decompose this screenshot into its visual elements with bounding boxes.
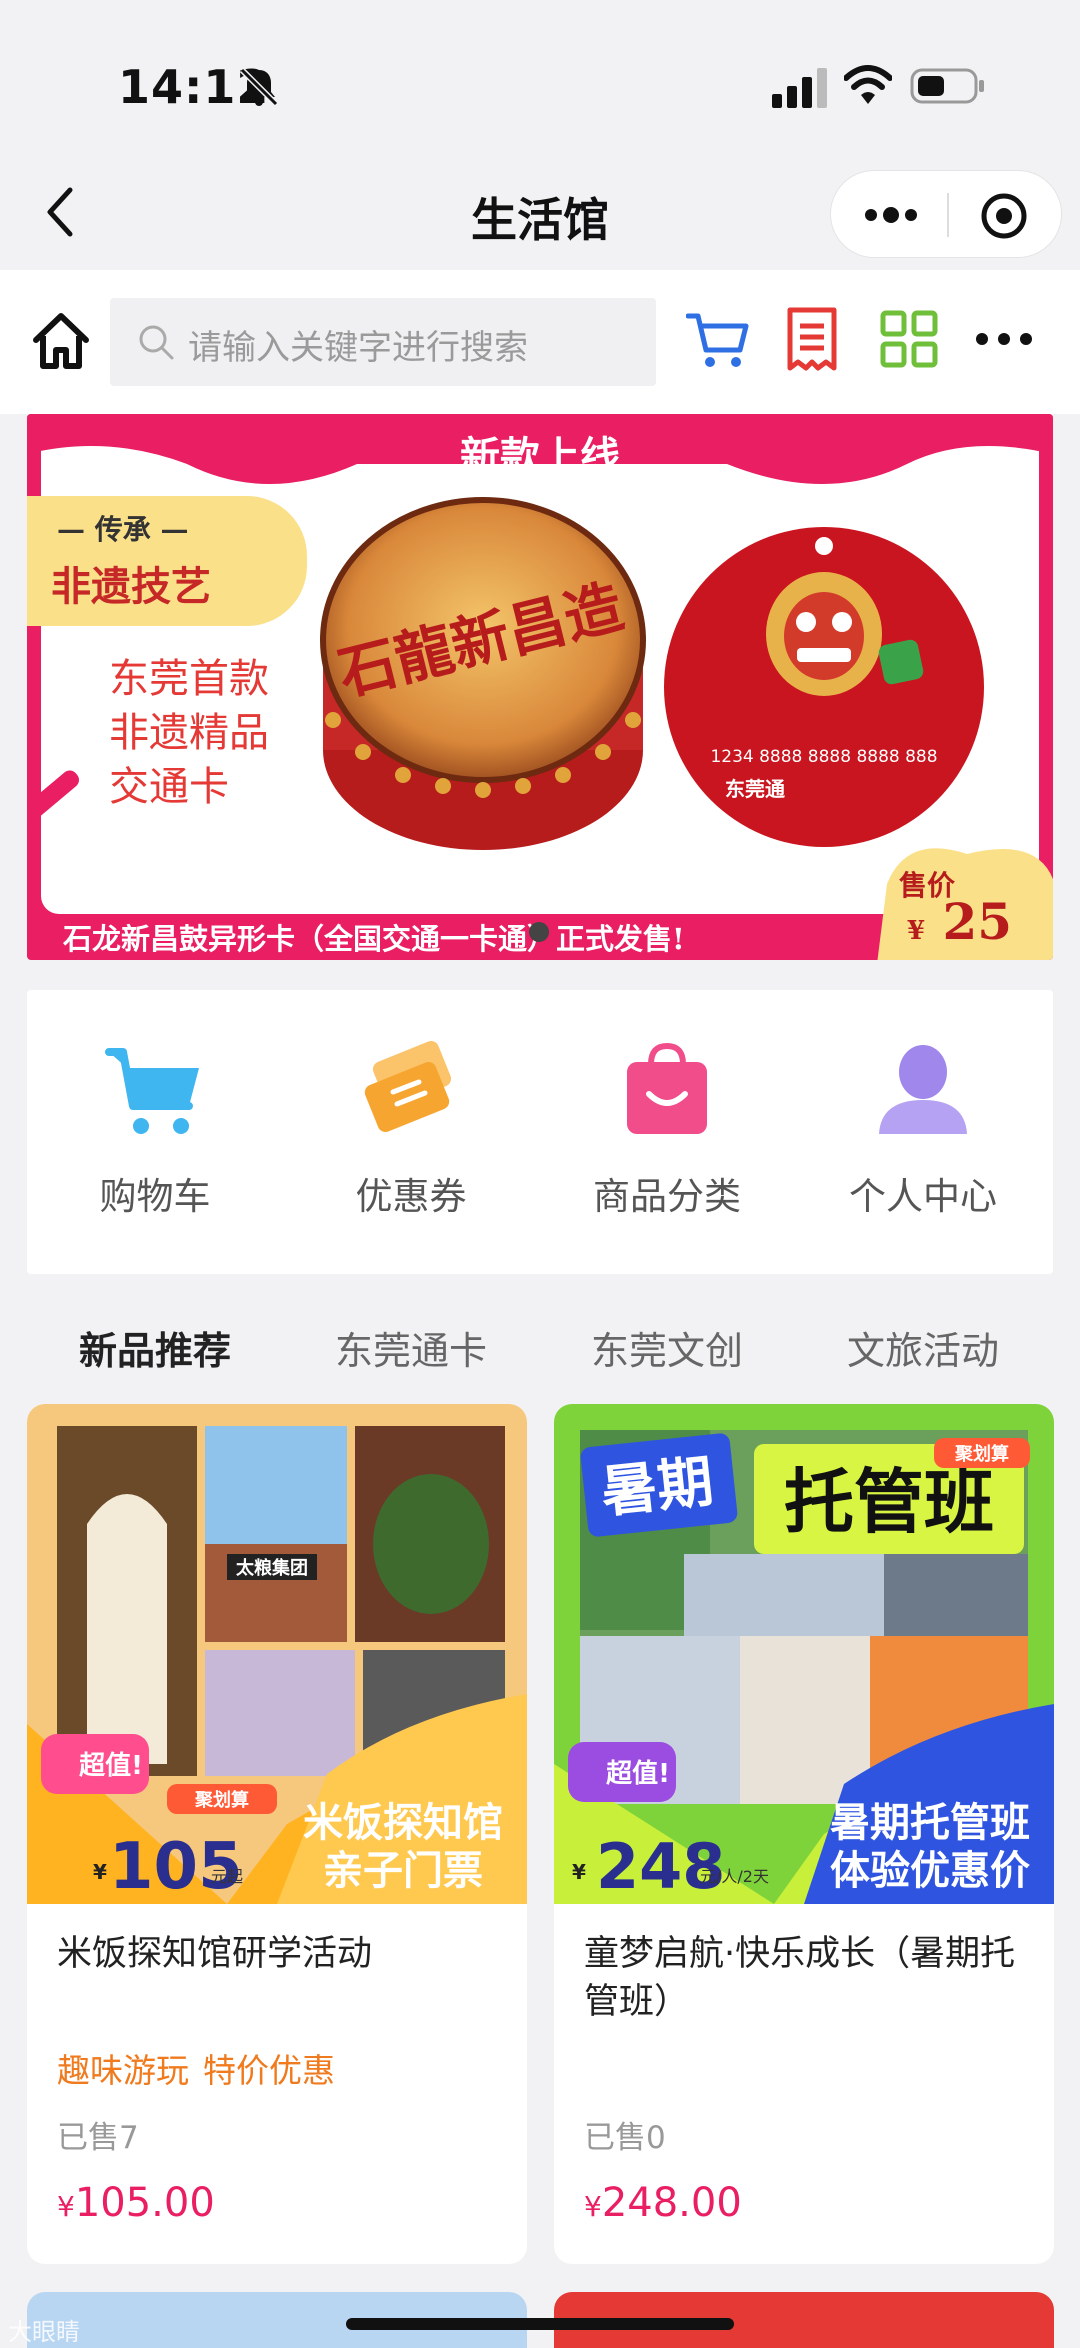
tab-dongguan-creative[interactable]: 东莞文创 xyxy=(539,1320,795,1375)
price-currency: ¥ xyxy=(584,2190,602,2223)
bell-mute-icon xyxy=(239,67,279,107)
tab-culture-tourism[interactable]: 文旅活动 xyxy=(795,1320,1051,1375)
battery-icon xyxy=(910,68,984,104)
image-badge-2: 聚划算 xyxy=(954,1443,1009,1465)
nav-label: 购物车 xyxy=(99,1175,211,1218)
image-caption-line: 体验优惠价 xyxy=(830,1848,1030,1894)
image-price-unit: 元起 xyxy=(211,1867,243,1886)
nav-label: 商品分类 xyxy=(593,1175,741,1218)
image-title-a: 暑期 xyxy=(598,1449,716,1525)
product-tag: 趣味游玩 xyxy=(57,2051,189,2090)
search-icon xyxy=(139,325,174,360)
drum-image: 石龍新昌造 xyxy=(320,497,646,850)
product-name: 童梦启航·快乐成长（暑期托管班） xyxy=(584,1934,1016,2022)
watermark: 大眼睛 xyxy=(8,2318,80,2346)
cart-icon[interactable] xyxy=(686,310,750,370)
nav-label: 个人中心 xyxy=(849,1175,997,1218)
product-price: ¥248.00 xyxy=(584,2180,742,2226)
title-bar: 生活馆 xyxy=(0,160,1080,270)
banner-price-currency: ¥ xyxy=(907,916,926,946)
search-input[interactable]: 请输入关键字进行搜索 xyxy=(110,298,656,386)
product-image: 暑期 托管班 超值! 聚划算 ¥ 248 元/人/2天 暑期托管班 体验优惠价 xyxy=(554,1404,1054,1904)
wifi-icon xyxy=(844,65,892,104)
product-name: 米饭探知馆研学活动 xyxy=(57,1934,373,1974)
nav-item-profile[interactable]: 个人中心 xyxy=(795,1040,1051,1240)
product-card[interactable]: 暑期 托管班 超值! 聚划算 ¥ 248 元/人/2天 暑期托管班 体验优惠价 … xyxy=(554,1404,1054,2264)
cart-icon xyxy=(105,1048,199,1134)
tab-new-products[interactable]: 新品推荐 xyxy=(27,1320,283,1375)
nav-label: 优惠券 xyxy=(355,1175,467,1218)
banner-desc-line: 非遗精品 xyxy=(109,710,269,756)
search-toolbar: 请输入关键字进行搜索 xyxy=(0,270,1080,414)
heritage-tag: — 传承 — 非遗技艺 xyxy=(27,496,307,626)
ticket-icon xyxy=(364,1041,452,1133)
heritage-title: 非遗技艺 xyxy=(51,563,211,610)
nav-item-coupon[interactable]: 优惠券 xyxy=(283,1040,539,1240)
promo-banner[interactable]: 新款上线 — 传承 — 非遗技艺 东莞首款 非遗精品 交通卡 石龍新昌造 123… xyxy=(27,414,1053,960)
image-badge-2: 聚划算 xyxy=(194,1789,249,1811)
product-card[interactable]: 太粮集团 超值! 聚划算 ¥ 105 元起 米饭探知馆 亲子门票 米饭探知馆研学… xyxy=(27,1404,527,2264)
category-tabs: 新品推荐 东莞通卡 东莞文创 文旅活动 xyxy=(27,1290,1053,1400)
quick-nav: 购物车 优惠券 商品分类 个人中心 xyxy=(27,990,1053,1274)
banner-price-value: 25 xyxy=(942,892,1013,951)
image-price-unit: 元/人/2天 xyxy=(700,1867,769,1886)
capsule-divider xyxy=(947,193,949,237)
banner-description: 东莞首款 非遗精品 交通卡 xyxy=(109,652,269,814)
price-value: 248.00 xyxy=(601,2180,742,2226)
person-icon xyxy=(879,1045,967,1134)
image-price-currency: ¥ xyxy=(572,1860,586,1884)
heritage-small: — 传承 — xyxy=(57,513,189,546)
product-sold: 已售7 xyxy=(57,2120,139,2156)
more-icon[interactable] xyxy=(974,324,1034,354)
nav-item-cart[interactable]: 购物车 xyxy=(27,1040,283,1240)
banner-price: ¥ 25 xyxy=(907,892,1012,951)
product-price: ¥105.00 xyxy=(57,2180,215,2226)
bag-icon xyxy=(627,1042,707,1134)
image-caption-line: 米饭探知馆 xyxy=(303,1800,503,1846)
banner-desc-line: 东莞首款 xyxy=(109,656,269,702)
home-indicator[interactable] xyxy=(346,2318,734,2330)
product-image: 太粮集团 超值! 聚划算 ¥ 105 元起 米饭探知馆 亲子门票 xyxy=(27,1404,527,1904)
status-bar: 14:12 xyxy=(0,0,1080,170)
image-caption-line: 暑期托管班 xyxy=(830,1800,1030,1846)
price-value: 105.00 xyxy=(74,2180,215,2226)
image-caption-line: 亲子门票 xyxy=(323,1848,483,1894)
product-tags: 趣味游玩 特价优惠 xyxy=(57,2044,349,2092)
card-number: 1234 8888 8888 8888 888 xyxy=(710,747,937,767)
image-badge: 超值! xyxy=(79,1751,143,1781)
image-sign-text: 太粮集团 xyxy=(236,1557,308,1579)
mini-program-capsule xyxy=(830,170,1062,258)
banner-headline: 新款上线 xyxy=(460,433,620,480)
price-currency: ¥ xyxy=(57,2190,75,2223)
image-badge: 超值! xyxy=(606,1759,670,1789)
card-brand: 东莞通 xyxy=(725,777,785,801)
product-sold: 已售0 xyxy=(584,2120,666,2156)
image-title-b: 托管班 xyxy=(784,1461,994,1543)
category-grid-icon[interactable] xyxy=(880,310,938,368)
signal-icon xyxy=(772,68,827,108)
carousel-indicator[interactable] xyxy=(529,922,549,942)
close-target-icon[interactable] xyxy=(979,191,1029,241)
tab-dongguan-card[interactable]: 东莞通卡 xyxy=(283,1320,539,1375)
order-list-icon[interactable] xyxy=(786,306,838,372)
image-price-currency: ¥ xyxy=(93,1860,107,1884)
banner-footer-text: 石龙新昌鼓异形卡（全国交通一卡通）正式发售! xyxy=(63,922,685,956)
banner-desc-line: 交通卡 xyxy=(109,764,229,810)
more-menu-icon[interactable] xyxy=(861,195,921,235)
product-tag: 特价优惠 xyxy=(203,2051,335,2090)
nav-item-category[interactable]: 商品分类 xyxy=(539,1040,795,1240)
home-icon[interactable] xyxy=(30,310,92,372)
search-placeholder: 请输入关键字进行搜索 xyxy=(188,328,528,368)
transport-card-image: 1234 8888 8888 8888 888 东莞通 xyxy=(664,527,984,847)
